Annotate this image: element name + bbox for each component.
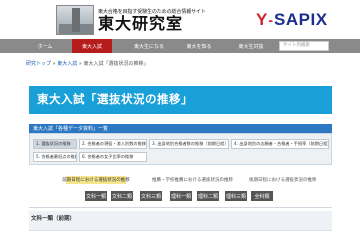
tab-female-ratio[interactable]: 6. 合格者の女子比率の推移	[79, 152, 147, 162]
tab-current-ronin[interactable]: 2. 合格者の現役・浪人別数の推移	[79, 139, 147, 149]
sapix-logo-name: SAPIX	[274, 10, 328, 29]
sapix-logo-dash: -	[268, 12, 274, 28]
nav-item-home[interactable]: ホーム	[26, 39, 64, 53]
tab-minimum-score[interactable]: 5. 合格者最低点の推移	[33, 152, 77, 162]
nav-item-know-todai[interactable]: 東大を知る	[176, 39, 222, 53]
legend-second-term[interactable]: 後期日程における選抜状況の推移	[249, 176, 317, 184]
section-divider	[29, 207, 332, 208]
subject-button-ri2[interactable]: 理科二類	[197, 191, 219, 201]
tab-region-admissions[interactable]: 3. 出身地別合格者数の推移（前期日程）	[149, 139, 229, 149]
table-header-row	[29, 230, 332, 240]
subject-button-all[interactable]: 全科類	[251, 191, 273, 201]
nav-item-dialogue[interactable]: 東大生対談	[228, 39, 274, 53]
data-tabs-panel: 1. 選抜状況の推移 2. 合格者の現役・浪人別数の推移 3. 出身地別合格者数…	[29, 133, 332, 165]
breadcrumb-exam[interactable]: 東大入試	[57, 61, 77, 67]
sapix-logo[interactable]: Y - SAPIX	[256, 10, 328, 30]
data-list-header: 東大入試「各種データ資料」一覧	[29, 124, 332, 133]
sapix-logo-y: Y	[256, 10, 268, 29]
subject-button-ri1[interactable]: 理科一類	[170, 191, 192, 201]
nav-item-exam[interactable]: 東大入試	[72, 39, 112, 53]
breadcrumb-home[interactable]: 研究トップ	[26, 61, 51, 67]
nav-item-become-student[interactable]: 東大生になる	[124, 39, 174, 53]
site-logo[interactable]: 東大合格を目指す受験生のための総合情報サイト 東大研究室	[56, 5, 248, 35]
page-title: 東大入試「選抜状況の推移」	[37, 92, 193, 106]
breadcrumb-current: 東大入試「選抜状況の推移」	[83, 61, 149, 67]
main-nav: ホーム 東大入試 東大生になる 東大を知る 東大生対談 サイト内検索	[0, 39, 360, 53]
site-header: 東大合格を目指す受験生のための総合情報サイト 東大研究室 Y - SAPIX	[0, 0, 360, 38]
section-title: 文科一類（前期）	[31, 216, 76, 222]
subject-button-bun1[interactable]: 文科一類	[85, 191, 107, 201]
legend-first-term[interactable]: 前期日程における選抜状況の推移	[62, 176, 130, 184]
site-title: 東大研究室	[98, 13, 184, 33]
breadcrumb: 研究トップ » 東大入試 » 東大入試「選抜状況の推移」	[26, 61, 149, 67]
data-list-title: 東大入試「各種データ資料」一覧	[33, 126, 109, 132]
tab-selection-status[interactable]: 1. 選抜状況の推移	[33, 139, 77, 149]
subject-button-bun3[interactable]: 文科三類	[140, 191, 162, 201]
page-title-bar: 東大入試「選抜状況の推移」	[29, 86, 332, 114]
site-search-input[interactable]: サイト内検索	[279, 41, 329, 51]
legend-recommendation[interactable]: 推薦・学校推薦における選抜状況の推移	[152, 176, 233, 184]
subject-button-ri3[interactable]: 理科三類	[225, 191, 247, 201]
tab-region-applicants[interactable]: 4. 出身地別の志願者・合格者・手続率（前期日程）	[231, 139, 329, 149]
subject-button-bun2[interactable]: 文科二類	[111, 191, 133, 201]
yasuda-auditorium-icon	[56, 5, 94, 35]
